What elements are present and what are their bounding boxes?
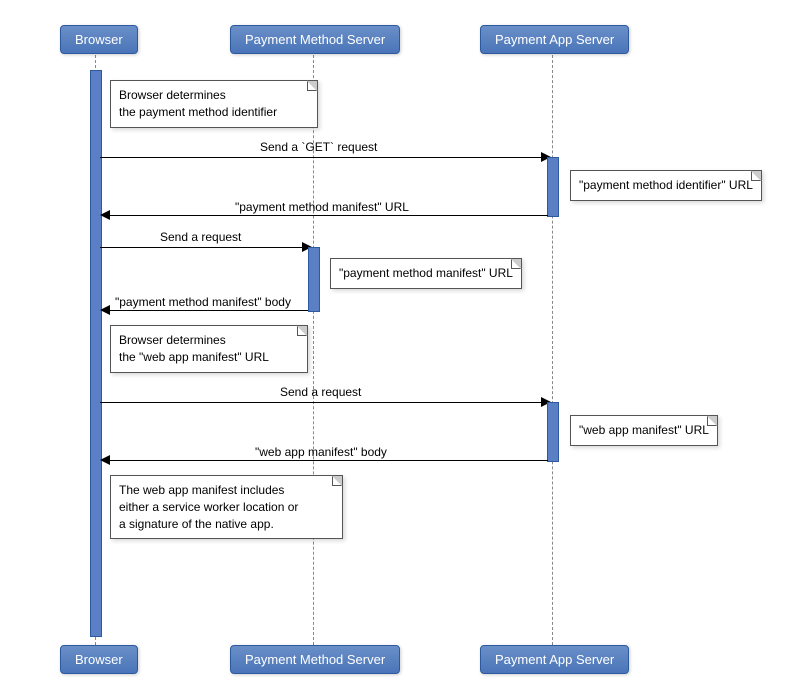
participant-pas-top: Payment App Server [480,25,629,54]
msg-line [110,310,308,311]
note-manifest-url: "payment method manifest" URL [330,258,522,289]
note-text: Browser determines [119,333,226,347]
note-text: "payment method manifest" URL [339,266,513,280]
note-text: Browser determines [119,88,226,102]
note-text: "web app manifest" URL [579,423,709,437]
msg-line [100,247,308,248]
activation-pas-1 [547,157,559,217]
msg-line [110,460,548,461]
participant-browser-top: Browser [60,25,138,54]
msg-line [100,157,547,158]
msg-line [100,402,547,403]
msg-line [110,215,548,216]
participant-pas-bottom: Payment App Server [480,645,629,674]
participant-pms-bottom: Payment Method Server [230,645,400,674]
msg-send-request-pms: Send a request [160,230,241,244]
activation-pms [308,247,320,312]
note-text: the payment method identifier [119,105,277,119]
note-webapp-includes: The web app manifest includes either a s… [110,475,343,539]
note-text: The web app manifest includes [119,483,284,497]
participant-pms-top: Payment Method Server [230,25,400,54]
msg-send-request-pas: Send a request [280,385,361,399]
arrow-icon [100,210,110,220]
note-text: a signature of the native app. [119,517,274,531]
activation-browser [90,70,102,637]
msg-manifest-body: "payment method manifest" body [115,295,291,309]
note-webapp-url: "web app manifest" URL [570,415,718,446]
sequence-diagram: Browser Payment Method Server Payment Ap… [20,20,780,680]
arrow-icon [100,455,110,465]
activation-pas-2 [547,402,559,462]
arrow-icon [100,305,110,315]
participant-browser-bottom: Browser [60,645,138,674]
note-determine-identifier: Browser determines the payment method id… [110,80,318,128]
msg-manifest-url-return: "payment method manifest" URL [235,200,409,214]
note-identifier-url: "payment method identifier" URL [570,170,762,201]
msg-get-request: Send a `GET` request [260,140,377,154]
msg-webapp-body: "web app manifest" body [255,445,387,459]
note-text: "payment method identifier" URL [579,178,753,192]
lifeline-pas [552,55,554,645]
note-text: either a service worker location or [119,500,298,514]
note-determine-webapp: Browser determines the "web app manifest… [110,325,308,373]
note-text: the "web app manifest" URL [119,350,269,364]
